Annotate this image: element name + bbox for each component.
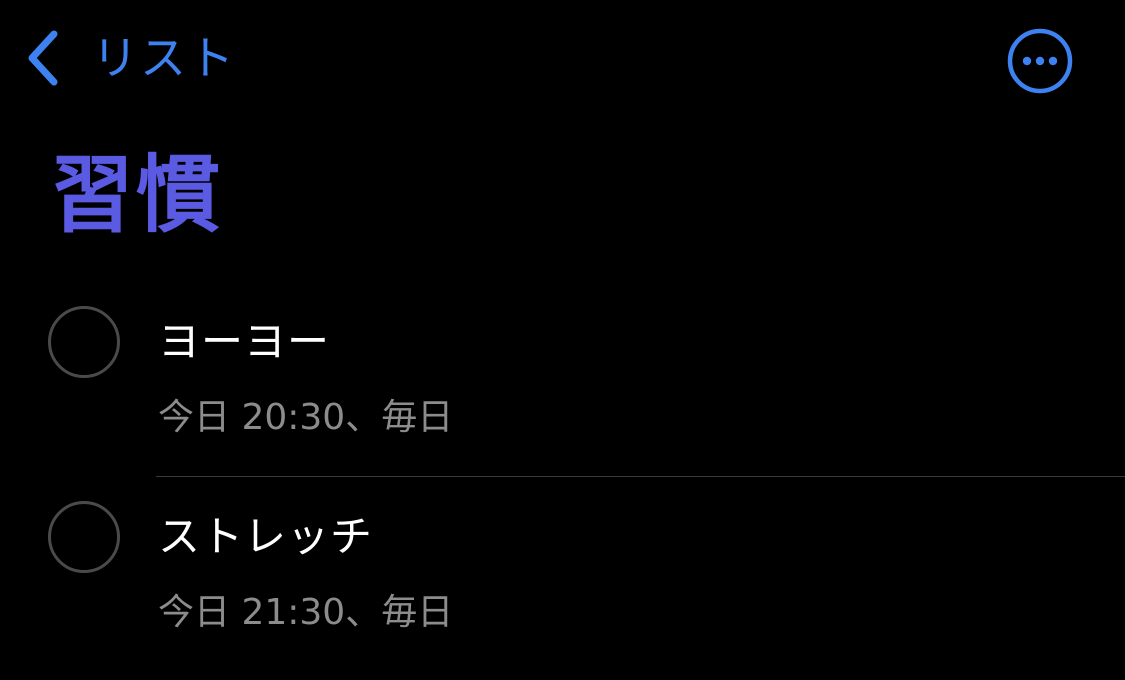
ellipsis-circle-icon xyxy=(1007,28,1073,94)
reminder-schedule: 今日 20:30、毎日 xyxy=(158,397,454,438)
chevron-left-icon xyxy=(28,30,58,86)
reminder-title: ヨーヨー xyxy=(158,317,331,366)
reminder-title: ストレッチ xyxy=(158,512,374,561)
reminder-item-yoyo[interactable]: ヨーヨー 今日 20:30、毎日 xyxy=(0,290,1125,485)
completion-circle-button[interactable] xyxy=(48,501,120,573)
navigation-bar: リスト xyxy=(0,0,1125,120)
reminder-item-stretch[interactable]: ストレッチ 今日 21:30、毎日 xyxy=(0,485,1125,680)
reminder-list: ヨーヨー 今日 20:30、毎日 ストレッチ 今日 21:30、毎日 xyxy=(0,290,1125,680)
row-separator xyxy=(156,476,1125,477)
back-button[interactable]: リスト xyxy=(24,26,236,90)
reminder-schedule: 今日 21:30、毎日 xyxy=(158,592,454,633)
back-button-label: リスト xyxy=(92,31,236,85)
completion-circle-button[interactable] xyxy=(48,306,120,378)
more-options-button[interactable] xyxy=(1006,27,1074,95)
list-title: 習慣 xyxy=(50,146,223,244)
